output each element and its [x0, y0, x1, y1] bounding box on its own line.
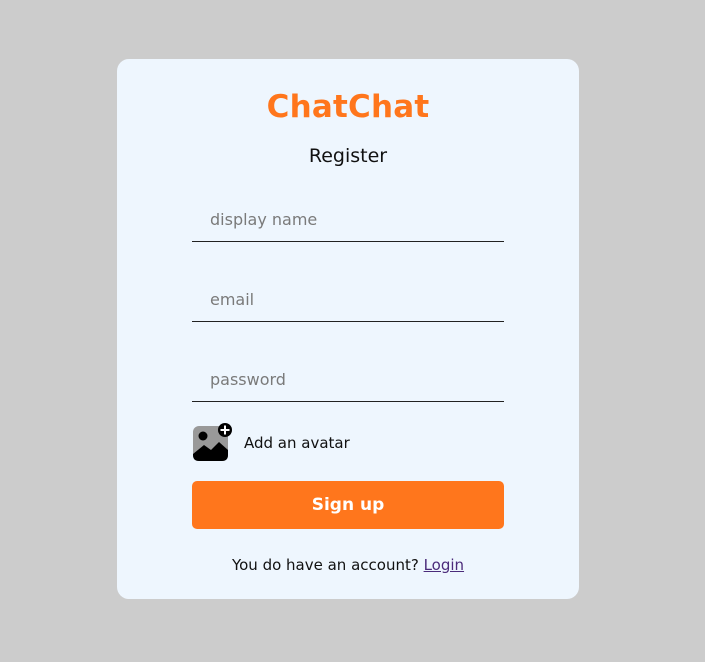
- sign-up-button[interactable]: Sign up: [192, 481, 504, 529]
- app-logo: ChatChat: [266, 89, 430, 125]
- login-prompt: You do have an account? Login: [117, 554, 579, 576]
- display-name-input[interactable]: [192, 198, 504, 242]
- email-input[interactable]: [192, 278, 504, 322]
- add-avatar-button[interactable]: Add an avatar: [192, 423, 350, 463]
- register-card: ChatChat Register Add an avatar Sign up …: [117, 59, 579, 599]
- login-prompt-text: You do have an account?: [231, 556, 424, 574]
- add-image-icon: [193, 423, 232, 461]
- password-input[interactable]: [192, 358, 504, 402]
- login-link[interactable]: Login: [424, 556, 464, 574]
- avatar-label: Add an avatar: [244, 434, 350, 452]
- page-title: Register: [308, 145, 388, 167]
